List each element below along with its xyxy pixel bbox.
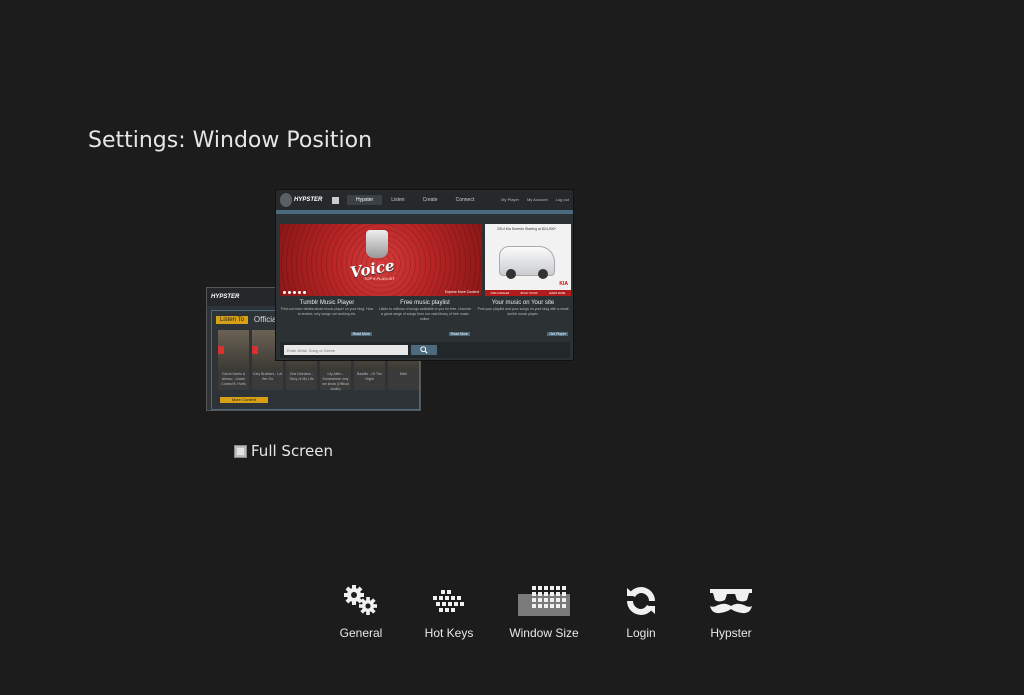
toolbar-hotkeys-label: Hot Keys — [424, 626, 474, 640]
hero-banner: Voice TOP 5 PLAYLIST Explore More Conten… — [280, 224, 482, 296]
link-logout: Log out — [555, 197, 569, 202]
refresh-icon — [624, 582, 658, 620]
mini-video-item: Calvin Harris & Alesso - Under Control f… — [218, 330, 249, 390]
feature-column: Free music playlist Listen to millions o… — [378, 300, 472, 336]
carousel-dots — [283, 291, 306, 294]
gears-icon — [343, 582, 379, 620]
read-more-button: Read More — [448, 332, 470, 336]
play-icon — [252, 346, 258, 354]
hero-subtitle: TOP 5 PLAYLIST — [364, 276, 395, 281]
main-nav: Hypster Listen Create Connect — [347, 195, 483, 205]
toolbar-login-button[interactable]: Login — [621, 582, 661, 640]
search-button — [411, 345, 437, 355]
toolbar-login-label: Login — [626, 626, 656, 640]
voice-hand-icon — [366, 230, 388, 258]
mini-more-button: More Content — [220, 397, 268, 403]
nav-tab-create: Create — [422, 197, 438, 203]
ad-text: 2014 Kia Sorento Starting at $24,900* — [497, 227, 556, 231]
main-window-topbar: HYPSTER Hypster Listen Create Connect My… — [276, 190, 573, 210]
main-window-preview[interactable]: HYPSTER Hypster Listen Create Connect My… — [275, 189, 574, 361]
link-my-player: My Player — [501, 197, 519, 202]
fullscreen-option[interactable]: Full Screen — [234, 442, 333, 460]
header-stripe — [276, 210, 573, 214]
toolbar-hypster-button[interactable]: Hypster — [706, 582, 756, 640]
fullscreen-checkbox[interactable] — [234, 444, 247, 458]
toolbar-hypster-label: Hypster — [710, 626, 752, 640]
toolbar-general-label: General — [339, 626, 383, 640]
link-my-account: My Account — [526, 197, 548, 202]
page-title: Settings: Window Position — [88, 128, 373, 153]
toolbar-window-size-label: Window Size — [509, 626, 579, 640]
fullscreen-label: Full Screen — [251, 442, 333, 460]
account-links: My Player My Account Log out — [501, 197, 569, 202]
mini-tab-active: Listen To — [216, 315, 248, 324]
feature-columns: Tumblr Music Player Find out more detail… — [280, 300, 570, 336]
search-icon — [420, 346, 428, 354]
search-bar — [280, 342, 570, 358]
ad-buttons: FIND A DEALER BUILD YOURS LEARN MORE — [485, 290, 571, 296]
nav-tab-listen: Listen — [391, 197, 405, 203]
hypster-logo: HYPSTER — [280, 193, 326, 207]
ad-banner: 2014 Kia Sorento Starting at $24,900* KI… — [485, 224, 571, 296]
read-more-button: Read More — [350, 332, 372, 336]
toolbar-hotkeys-button[interactable]: Hot Keys — [423, 582, 475, 640]
get-player-button: Get Player — [547, 332, 568, 336]
mustache-glasses-icon — [708, 582, 754, 620]
search-input — [284, 345, 408, 355]
keyboard-icon — [431, 582, 467, 620]
hero-explore-link: Explore More Content — [444, 290, 479, 294]
mini-logo: HYPSTER — [211, 294, 240, 300]
nav-tab-connect: Connect — [455, 197, 475, 203]
play-icon — [218, 346, 224, 354]
feature-column: Your music on Your site Post your playli… — [477, 300, 569, 336]
ad-brand: KIA — [559, 281, 568, 287]
toolbar-general-button[interactable]: General — [339, 582, 383, 640]
feature-column: Tumblr Music Player Find out more detail… — [280, 300, 374, 336]
home-icon — [332, 196, 339, 204]
toolbar-window-size-button[interactable]: Window Size — [508, 582, 580, 640]
car-image — [499, 246, 555, 279]
nav-tab-hypster: Hypster — [347, 195, 383, 205]
window-size-icon — [518, 582, 570, 620]
